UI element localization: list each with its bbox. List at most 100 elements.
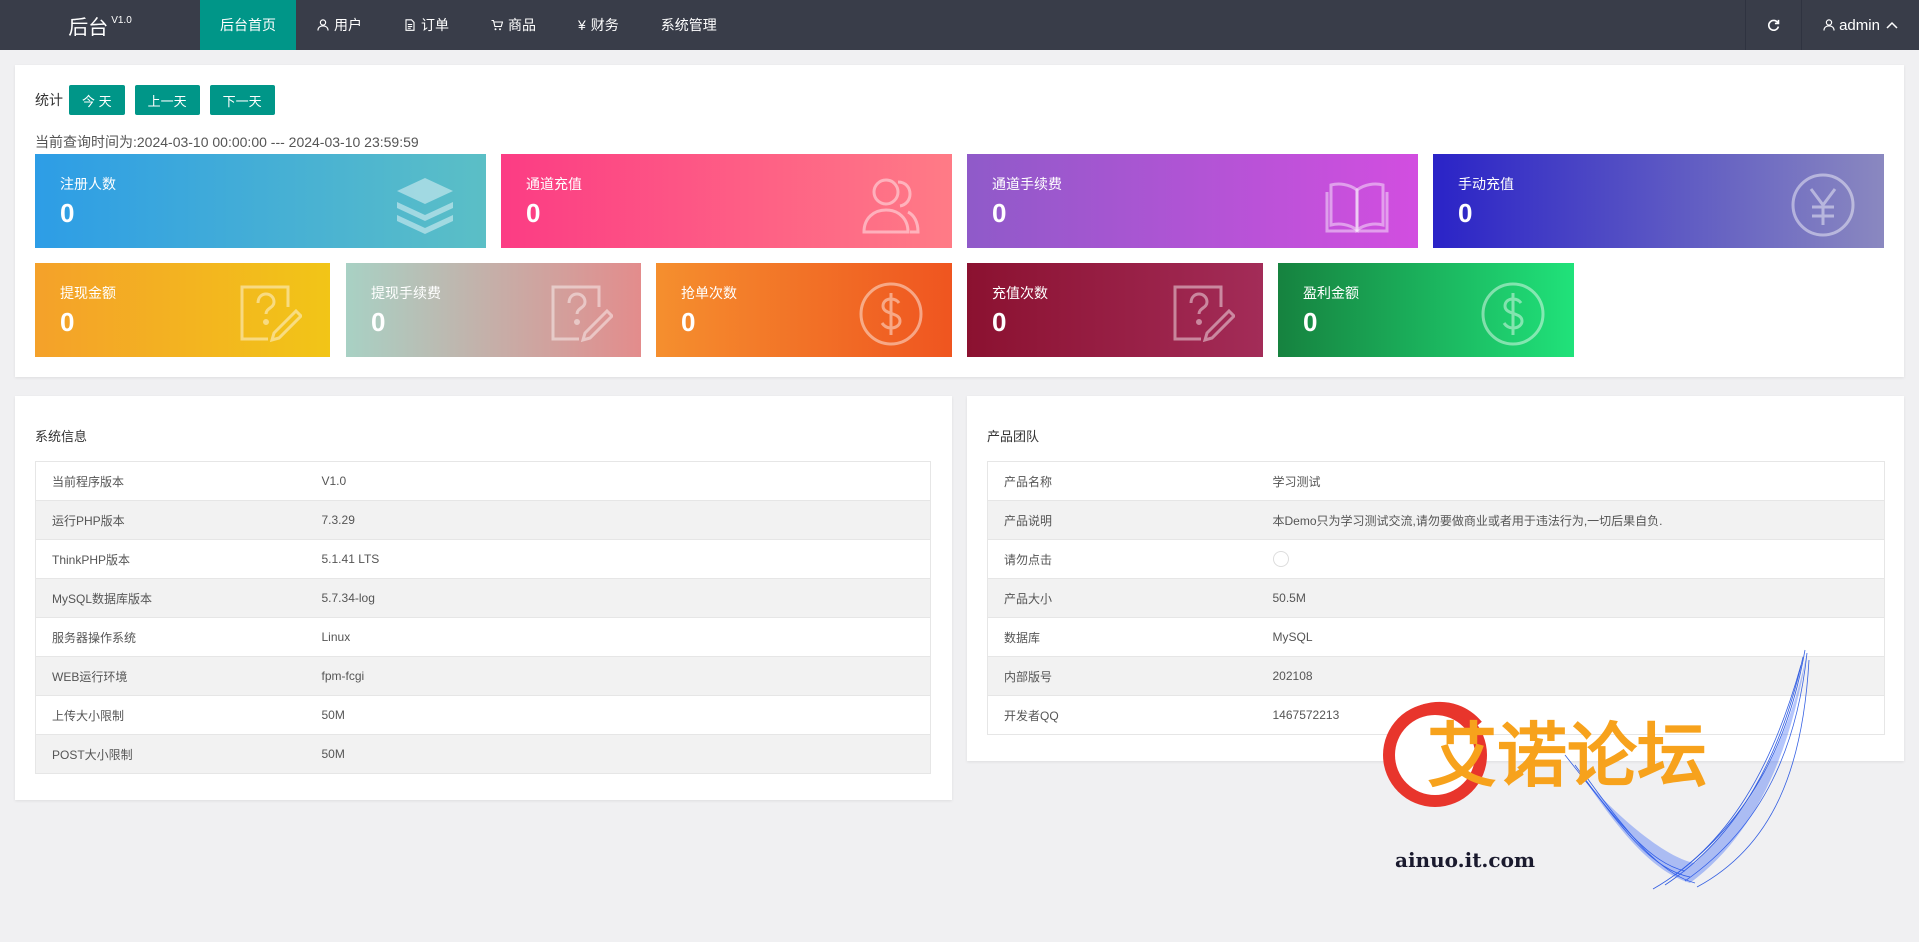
stat-tile-channel-fee: 通道手续费 0 xyxy=(967,154,1418,248)
tile-value: 0 xyxy=(526,198,541,228)
stat-tile-grab-order-count: 抢单次数 0 xyxy=(656,263,952,357)
nav-finance[interactable]: ¥ 财务 xyxy=(557,0,640,50)
stat-tile-withdraw-fee: 提现手续费 0 xyxy=(346,263,641,357)
system-info-table: 当前程序版本 V1.0 运行PHP版本 7.3.29 ThinkPHP版本 5.1.41 … xyxy=(35,461,931,774)
question-edit-icon xyxy=(240,285,302,343)
nav-users-label: 用户 xyxy=(334,17,362,33)
main-nav: 后台首页 用户 订单 商品 ¥ 财务 系统管理 xyxy=(200,0,738,50)
watermark-text: 艾诺论坛 xyxy=(1427,715,1707,797)
question-edit-icon xyxy=(1173,285,1235,343)
query-time: 当前查询时间为:2024-03-10 00:00:00 --- 2024-03-… xyxy=(35,134,419,150)
stat-tile-profit-amount: 盈利金额 0 xyxy=(1278,263,1574,357)
row-value: fpm-fcgi xyxy=(305,656,931,696)
row-key: 内部版号 xyxy=(987,656,1257,696)
tile-value: 0 xyxy=(371,307,386,337)
row-key: 产品说明 xyxy=(987,500,1257,540)
row-key: 当前程序版本 xyxy=(35,461,306,501)
user-menu[interactable]: admin xyxy=(1801,0,1919,50)
link-logo-icon[interactable] xyxy=(1272,551,1289,567)
cart-icon xyxy=(491,19,503,31)
top-header: 后台 V1.0 后台首页 用户 订单 商品 ¥ 财务 系统管理 admin xyxy=(0,0,1919,50)
tile-value: 0 xyxy=(992,307,1007,337)
row-value: 50M xyxy=(305,734,931,774)
table-row: 运行PHP版本 7.3.29 xyxy=(35,500,931,540)
nav-home-label: 后台首页 xyxy=(220,17,276,33)
yen-icon: ¥ xyxy=(578,17,586,33)
stat-tile-withdraw-amount: 提现金额 0 xyxy=(35,263,330,357)
nav-home[interactable]: 后台首页 xyxy=(200,0,296,50)
row-value: Linux xyxy=(305,617,931,657)
row-value: V1.0 xyxy=(305,461,931,501)
row-key: 产品大小 xyxy=(987,578,1257,618)
chevron-up-icon xyxy=(1886,21,1898,29)
table-row: WEB运行环境 fpm-fcgi xyxy=(35,656,931,696)
question-edit-icon xyxy=(551,285,613,343)
tile-value: 0 xyxy=(1303,307,1318,337)
tile-value: 0 xyxy=(1458,198,1473,228)
stats-label: 统计 xyxy=(35,92,63,108)
row-value: 学习测试 xyxy=(1256,461,1885,501)
tile-label: 手动充值 xyxy=(1458,176,1514,192)
table-row: ThinkPHP版本 5.1.41 LTS xyxy=(35,539,931,579)
row-key: 数据库 xyxy=(987,617,1257,657)
layers-icon xyxy=(397,178,453,234)
tile-label: 通道充值 xyxy=(526,176,582,192)
stat-tile-channel-recharge: 通道充值 0 xyxy=(501,154,952,248)
today-button[interactable]: 今 天 xyxy=(69,85,125,115)
stats-toolbar: 统计 今 天 上一天 下一天 xyxy=(35,85,285,115)
stat-tile-registrations: 注册人数 0 xyxy=(35,154,486,248)
next-day-button[interactable]: 下一天 xyxy=(209,85,275,115)
system-info-title: 系统信息 xyxy=(35,429,88,444)
table-row: 产品说明 本Demo只为学习测试交流,请勿要做商业或者用于违法行为,一切后果自负. xyxy=(987,500,1885,540)
tile-label: 通道手续费 xyxy=(992,176,1062,192)
row-key: 开发者QQ xyxy=(987,695,1257,735)
user-icon xyxy=(1823,19,1835,31)
row-key: 产品名称 xyxy=(987,461,1257,501)
app-logo[interactable]: 后台 V1.0 xyxy=(0,0,200,50)
row-key: 上传大小限制 xyxy=(35,695,306,735)
dollar-circle-icon xyxy=(1481,282,1545,346)
dollar-circle-icon xyxy=(859,282,923,346)
table-row: POST大小限制 50M xyxy=(35,734,931,774)
system-info-panel: 系统信息 当前程序版本 V1.0 运行PHP版本 7.3.29 ThinkPHP版本 5.… xyxy=(15,396,952,800)
tile-label: 提现金额 xyxy=(60,285,116,301)
nav-orders[interactable]: 订单 xyxy=(383,0,470,50)
nav-system-label: 系统管理 xyxy=(660,17,717,33)
row-key: POST大小限制 xyxy=(35,734,306,774)
nav-orders-label: 订单 xyxy=(421,17,449,33)
row-value: 本Demo只为学习测试交流,请勿要做商业或者用于违法行为,一切后果自负. xyxy=(1256,500,1885,540)
prev-day-button[interactable]: 上一天 xyxy=(134,85,200,115)
yen-circle-icon xyxy=(1791,173,1855,237)
row-key: 请勿点击 xyxy=(987,539,1257,579)
nav-products-label: 商品 xyxy=(508,17,536,33)
nav-system[interactable]: 系统管理 xyxy=(640,0,738,50)
tile-label: 提现手续费 xyxy=(371,285,441,301)
refresh-button[interactable] xyxy=(1745,0,1801,50)
table-row: MySQL数据库版本 5.7.34-log xyxy=(35,578,931,618)
row-value: 50.5M xyxy=(1256,578,1885,618)
refresh-icon xyxy=(1767,19,1780,31)
logo-text: 后台 xyxy=(68,16,109,39)
row-value: 5.1.41 LTS xyxy=(305,539,931,579)
table-row: 请勿点击 xyxy=(987,539,1885,579)
table-row: 服务器操作系统 Linux xyxy=(35,617,931,657)
product-team-title: 产品团队 xyxy=(987,429,1040,444)
right-nav: admin xyxy=(1745,0,1919,50)
row-value: 50M xyxy=(305,695,931,735)
nav-products[interactable]: 商品 xyxy=(470,0,557,50)
version-badge: V1.0 xyxy=(111,14,132,26)
tile-label: 抢单次数 xyxy=(681,285,737,301)
nav-users[interactable]: 用户 xyxy=(296,0,383,50)
row-value: 5.7.34-log xyxy=(305,578,931,618)
watermark-site: ainuo.it.com xyxy=(1395,848,1536,872)
row-key: ThinkPHP版本 xyxy=(35,539,306,579)
tile-label: 注册人数 xyxy=(60,176,116,192)
row-value: 7.3.29 xyxy=(305,500,931,540)
user-icon xyxy=(317,19,329,31)
row-value xyxy=(1256,539,1885,579)
stat-tile-manual-recharge: 手动充值 0 xyxy=(1433,154,1884,248)
user-name: admin xyxy=(1839,16,1880,34)
row-key: WEB运行环境 xyxy=(35,656,306,696)
tile-label: 充值次数 xyxy=(992,285,1048,301)
table-row: 产品名称 学习测试 xyxy=(987,461,1885,501)
